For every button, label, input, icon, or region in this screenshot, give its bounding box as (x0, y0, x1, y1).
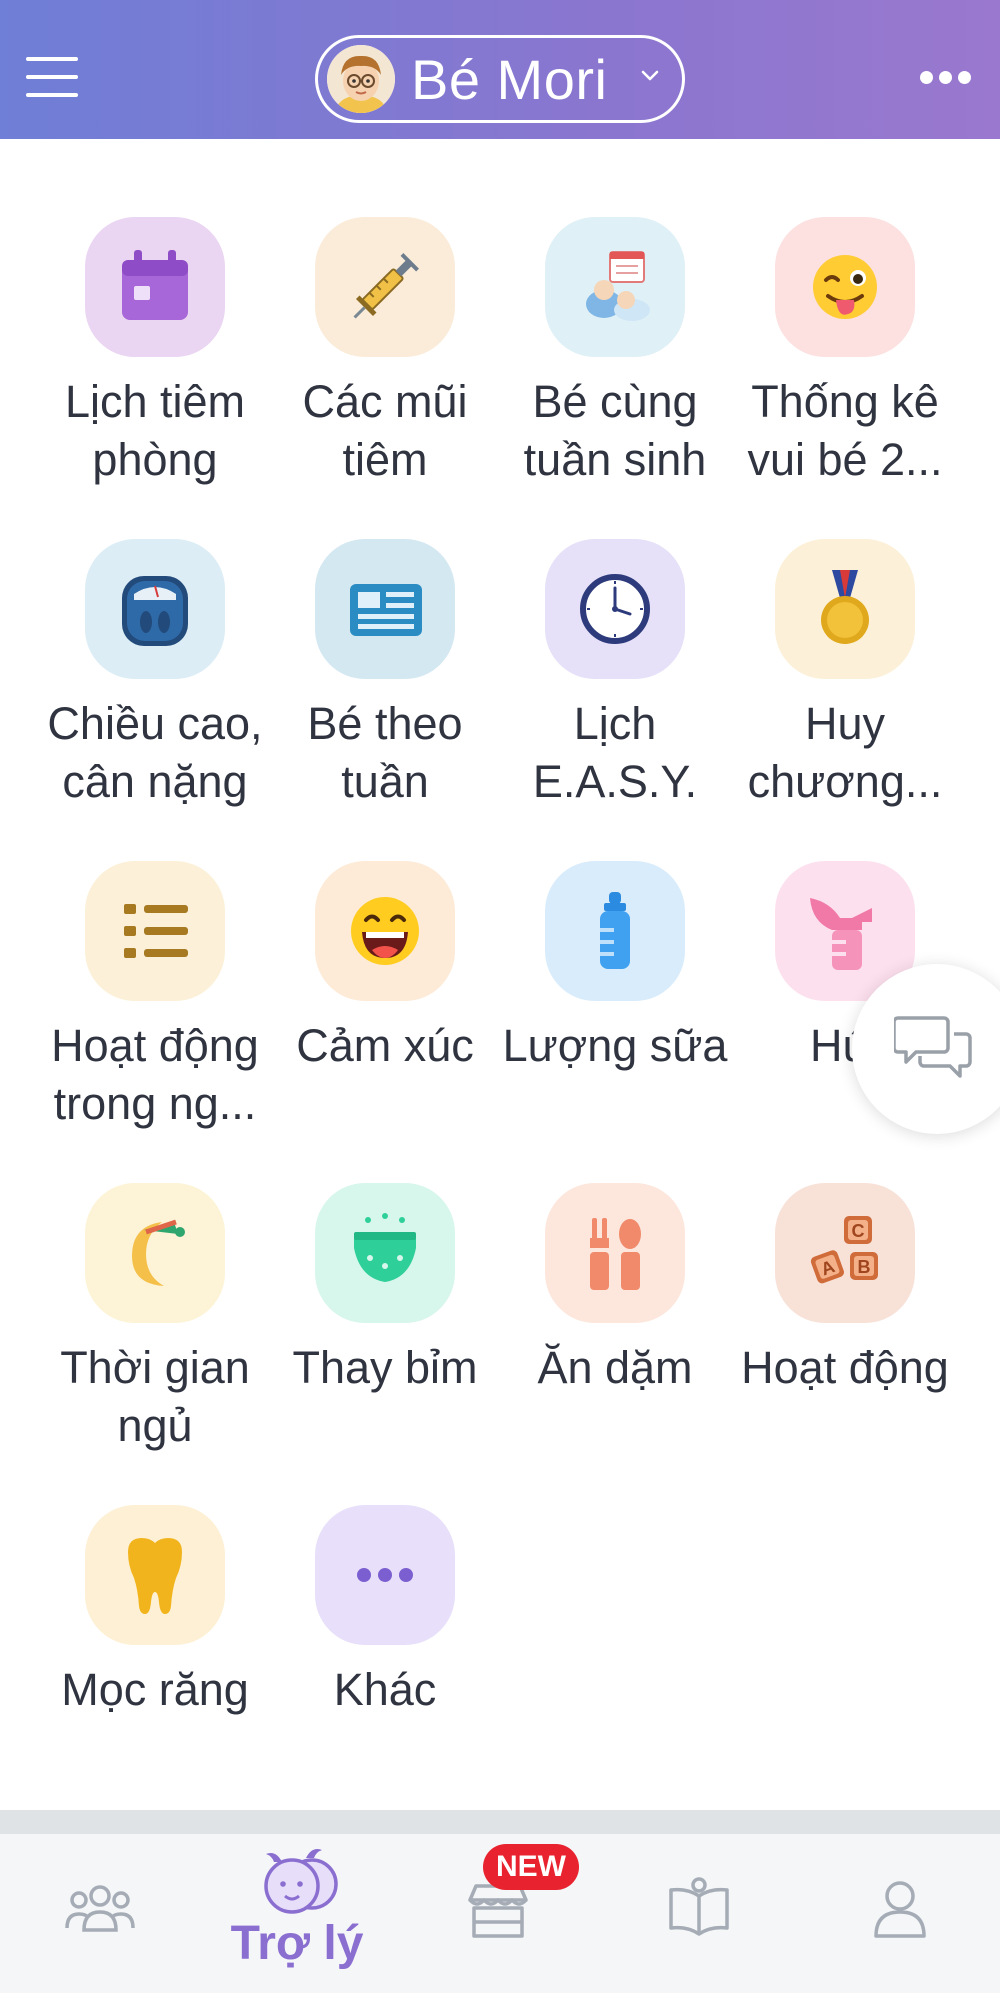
tab-profile[interactable] (800, 1834, 1000, 1993)
tool-label: Thay bỉm (292, 1342, 478, 1393)
tool-label: Cảm xúc (296, 1020, 474, 1071)
baby-avatar (327, 45, 395, 113)
baby-name: Bé Mori (411, 48, 608, 111)
tool-tile[interactable]: Hoạt động trong ng... (40, 861, 270, 1161)
tool-tile[interactable]: Ăn dặm (500, 1183, 730, 1483)
tooth-icon (85, 1505, 225, 1645)
tool-label: Bé cùng tuần sinh (523, 376, 707, 485)
list-icon (85, 861, 225, 1001)
tab-store[interactable]: NEW (398, 1834, 598, 1993)
winking-face-icon (775, 217, 915, 357)
tool-label: Huy chương... (747, 698, 943, 807)
hamburger-menu-icon[interactable] (26, 55, 78, 99)
tab-assistant-label: Trợ lý (230, 1917, 364, 1970)
tool-tile[interactable]: C A B Hoạt động (730, 1183, 960, 1483)
tool-tile[interactable]: Các mũi tiêm (270, 217, 500, 517)
newspaper-icon (315, 539, 455, 679)
babies-icon (545, 217, 685, 357)
chat-bubbles-icon (894, 1016, 972, 1078)
top-bar: Bé Mori (0, 0, 1000, 139)
scale-icon (85, 539, 225, 679)
tabbar-divider (0, 1810, 1000, 1834)
baby-faces-icon (264, 1849, 338, 1914)
tool-tile[interactable]: Cảm xúc (270, 861, 500, 1161)
tool-label: Các mũi tiêm (302, 376, 468, 485)
people-group-icon (65, 1885, 135, 1932)
svg-text:B: B (858, 1257, 871, 1277)
tool-tile[interactable]: Bé theo tuần (270, 539, 500, 839)
clock-icon (545, 539, 685, 679)
tool-label: Hoạt động (741, 1342, 949, 1393)
new-badge: NEW (483, 1844, 579, 1890)
more-options-icon[interactable] (918, 66, 974, 90)
medal-icon (775, 539, 915, 679)
tab-community[interactable] (0, 1834, 200, 1993)
diaper-icon (315, 1183, 455, 1323)
laughing-face-icon (315, 861, 455, 1001)
tool-tile[interactable]: Mọc răng (40, 1505, 270, 1805)
tool-label: Thời gian ngủ (60, 1342, 250, 1451)
tool-tile[interactable]: Chiều cao, cân nặng (40, 539, 270, 839)
tab-assistant[interactable]: Trợ lý (197, 1834, 397, 1993)
tool-label: Ăn dặm (537, 1342, 693, 1393)
tool-tile[interactable]: Huy chương... (730, 539, 960, 839)
tool-tile[interactable]: Thống kê vui bé 2... (730, 217, 960, 517)
tool-label: Bé theo tuần (307, 698, 463, 807)
abc-blocks-icon: CAB (775, 1183, 915, 1323)
tool-label: Chiều cao, cân nặng (47, 698, 263, 807)
tool-label: Thống kê vui bé 2... (747, 376, 943, 485)
tool-tile[interactable]: Khác (270, 1505, 500, 1805)
tool-label: Khác (333, 1664, 437, 1715)
bottle-icon (545, 861, 685, 1001)
svg-text:C: C (852, 1221, 865, 1241)
tool-label: Lượng sữa (502, 1020, 728, 1071)
chevron-down-icon (641, 70, 659, 81)
user-icon (874, 1881, 926, 1938)
moon-icon (85, 1183, 225, 1323)
tool-tile[interactable]: Lịch E.A.S.Y. (500, 539, 730, 839)
tool-tile[interactable]: Bé cùng tuần sinh (500, 217, 730, 517)
fork-spoon-icon (545, 1183, 685, 1323)
tool-label: Mọc răng (61, 1664, 249, 1715)
tool-tile[interactable]: Lượng sữa (500, 861, 730, 1161)
tool-tile[interactable]: Thay bỉm (270, 1183, 500, 1483)
tool-label: Hoạt động trong ng... (51, 1020, 259, 1129)
syringe-icon (315, 217, 455, 357)
baby-profile-selector[interactable]: Bé Mori (315, 35, 685, 123)
calendar-icon (85, 217, 225, 357)
tool-label: Lịch tiêm phòng (64, 376, 246, 485)
tab-library[interactable] (599, 1834, 799, 1993)
tool-tile[interactable]: Lịch tiêm phòng (40, 217, 270, 517)
more-dots-icon (315, 1505, 455, 1645)
tool-tile[interactable]: Thời gian ngủ (40, 1183, 270, 1483)
tool-label: Lịch E.A.S.Y. (532, 698, 698, 807)
bottom-tab-bar: Trợ lý NEW (0, 1834, 1000, 1993)
open-book-icon (669, 1877, 729, 1936)
